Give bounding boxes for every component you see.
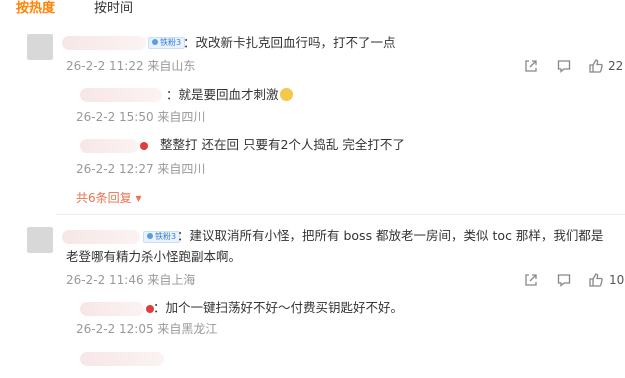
sort-tabs: 按热度 按时间 [0,0,625,20]
share-icon[interactable] [523,272,539,288]
caret-down-icon: ▾ [135,191,142,205]
emoji-icon [279,88,293,101]
avatar[interactable] [27,227,53,253]
verified-badge-icon [140,142,148,150]
divider [56,214,625,215]
reply-meta: 26-2-2 12:05 来自黑龙江 [76,322,218,336]
comment-text: ：改改新卡扎克回血行吗，打不了一点 [183,35,396,50]
fan-badge[interactable]: 铁粉3 [148,37,186,49]
tab-sort-by-hot[interactable]: 按热度 [16,0,55,18]
reply-text: ：就是要回血才刺激 [166,86,293,104]
comment-meta: 26-2-2 11:46 来自上海 [66,273,196,287]
share-icon[interactable] [523,58,539,74]
like-count: 22 [608,59,624,73]
reply-text: 整整打 还在回 只要有2个人捣乱 完全打不了 [160,137,405,152]
username[interactable] [62,230,140,244]
comment-meta: 26-2-2 11:22 来自山东 [66,59,196,73]
fan-badge[interactable]: 铁粉3 [143,231,181,243]
more-replies-link[interactable]: 共6条回复 ▾ [76,190,142,206]
reply-username[interactable] [80,139,138,153]
like-count: 10 [609,273,625,287]
reply-username[interactable] [80,88,162,102]
comment-icon[interactable] [556,272,572,288]
reply-text: ：加个一键扫荡好不好～付费买钥匙好不好。 [153,300,404,315]
reply-username[interactable] [80,352,164,366]
avatar[interactable] [27,34,53,60]
tab-sort-by-time[interactable]: 按时间 [94,0,133,18]
fan-badge-icon [147,233,153,239]
thumb-up-icon[interactable] [588,272,604,288]
reply-username[interactable] [80,302,144,316]
comment-text-line2: 老登哪有精力杀小怪跑副本啊。 [66,249,242,264]
comment-text-line1: ：建议取消所有小怪，把所有 boss 都放老一房间，类似 toc 那样，我们都是 [177,228,604,243]
thumb-up-icon[interactable] [588,58,604,74]
reply-meta: 26-2-2 15:50 来自四川 [76,110,206,124]
username[interactable] [62,36,146,50]
fan-badge-icon [152,39,158,45]
comment-icon[interactable] [556,58,572,74]
reply-meta: 26-2-2 12:27 来自四川 [76,162,206,176]
